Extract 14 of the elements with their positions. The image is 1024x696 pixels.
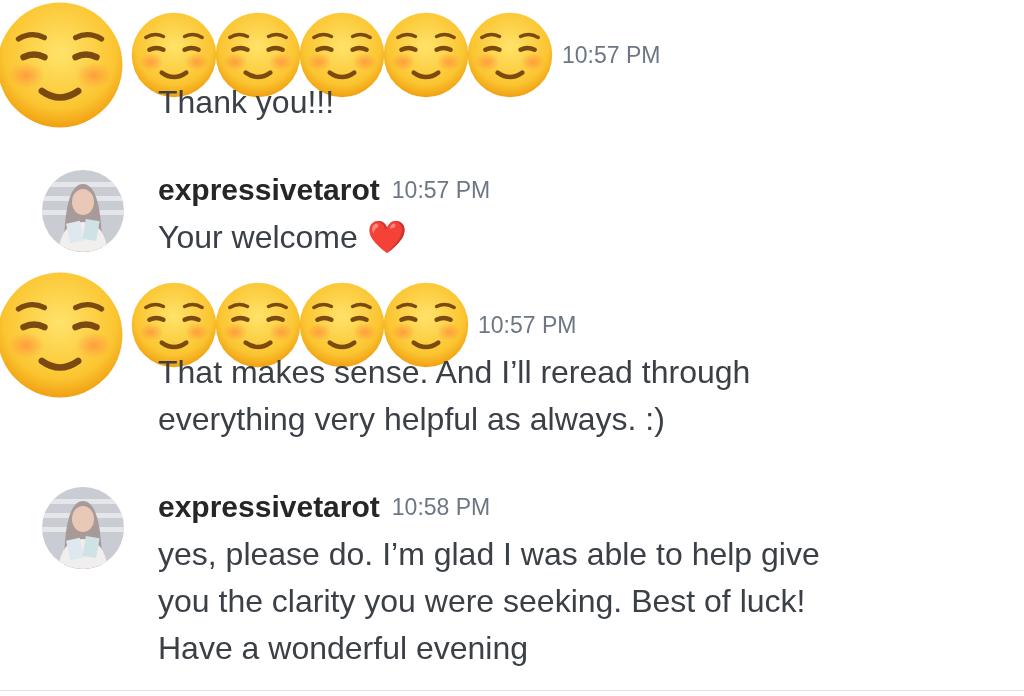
- username[interactable]: expressivetarot: [158, 173, 380, 207]
- timestamp: 10:57 PM: [391, 176, 491, 204]
- message-text: Your welcome ❤: [158, 218, 408, 257]
- message-text: Thank you!!!: [158, 83, 336, 122]
- timestamp: 10:57 PM: [478, 311, 577, 339]
- smiling-face-icon: [466, 11, 554, 99]
- timestamp: 10:57 PM: [562, 41, 661, 69]
- smiling-face-icon: [0, 0, 125, 130]
- timestamp: 10:58 PM: [391, 493, 491, 521]
- smiling-face-icon: [382, 11, 470, 99]
- username[interactable]: expressivetarot: [158, 490, 380, 524]
- message-text: That makes sense. And I’ll reread through everything very helpful as always. :): [158, 353, 752, 439]
- message-text: yes, please do. I’m glad I was able to help give you the clarity you were seeking. Best of luck! Have a wonderful evening: [158, 535, 821, 668]
- smiling-face-icon: [0, 270, 125, 400]
